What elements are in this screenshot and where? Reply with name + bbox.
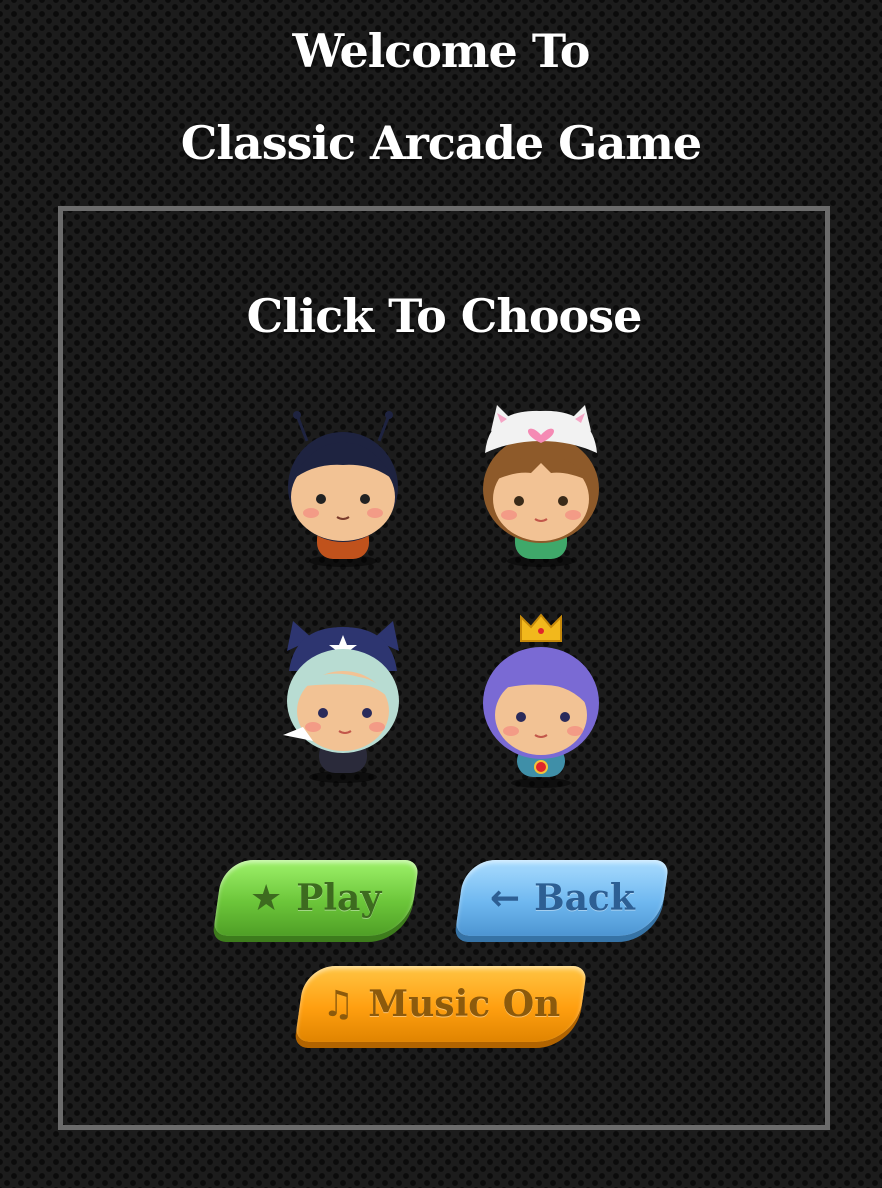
back-button[interactable]: ← Back [454,860,670,936]
princess-character-icon [483,613,599,788]
back-label: Back [533,877,635,919]
arrow-left-icon: ← [489,877,520,919]
character-cat-girl[interactable] [471,401,611,581]
play-label: Play [296,877,382,919]
character-princess[interactable] [471,611,611,791]
music-label: Music On [368,983,561,1025]
game-title: Classic Arcade Game [180,116,702,170]
music-note-icon: ♫ [321,983,355,1025]
horn-girl-character-icon [283,621,399,783]
boy-character-icon [288,411,398,567]
choose-heading: Click To Choose [246,289,643,343]
welcome-title: Welcome To [292,24,591,78]
character-horn-girl[interactable] [273,611,413,791]
character-boy[interactable] [273,401,413,581]
cat-girl-character-icon [483,405,599,567]
star-icon: ★ [250,877,283,919]
play-button[interactable]: ★ Play [212,860,420,936]
music-toggle-button[interactable]: ♫ Music On [294,966,588,1042]
